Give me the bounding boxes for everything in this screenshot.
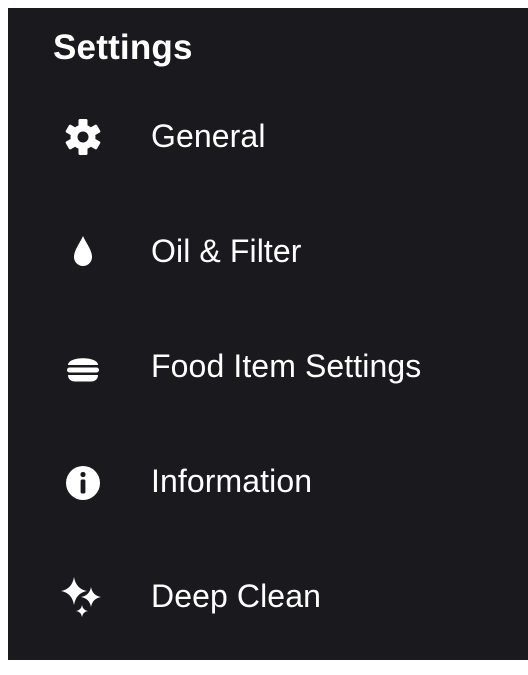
menu-item-label: Information xyxy=(151,463,313,499)
page-title: Settings xyxy=(53,28,193,67)
menu-item-food-item-settings[interactable]: Food Item Settings xyxy=(8,318,528,418)
menu-item-label: Deep Clean xyxy=(151,578,321,614)
settings-panel: Settings General Oil & Filter Food Item … xyxy=(8,8,528,660)
info-icon xyxy=(58,458,108,508)
burger-icon xyxy=(58,343,108,393)
menu-item-deep-clean[interactable]: Deep Clean xyxy=(8,548,528,648)
gear-icon xyxy=(58,113,108,163)
oil-drop-icon xyxy=(58,228,108,278)
sparkles-icon xyxy=(58,573,108,623)
menu-item-oil-filter[interactable]: Oil & Filter xyxy=(8,203,528,303)
menu-item-information[interactable]: Information xyxy=(8,433,528,533)
menu-item-label: Oil & Filter xyxy=(151,233,302,269)
menu-item-label: Food Item Settings xyxy=(151,348,422,384)
menu-item-label: General xyxy=(151,118,266,154)
menu-item-general[interactable]: General xyxy=(8,88,528,188)
